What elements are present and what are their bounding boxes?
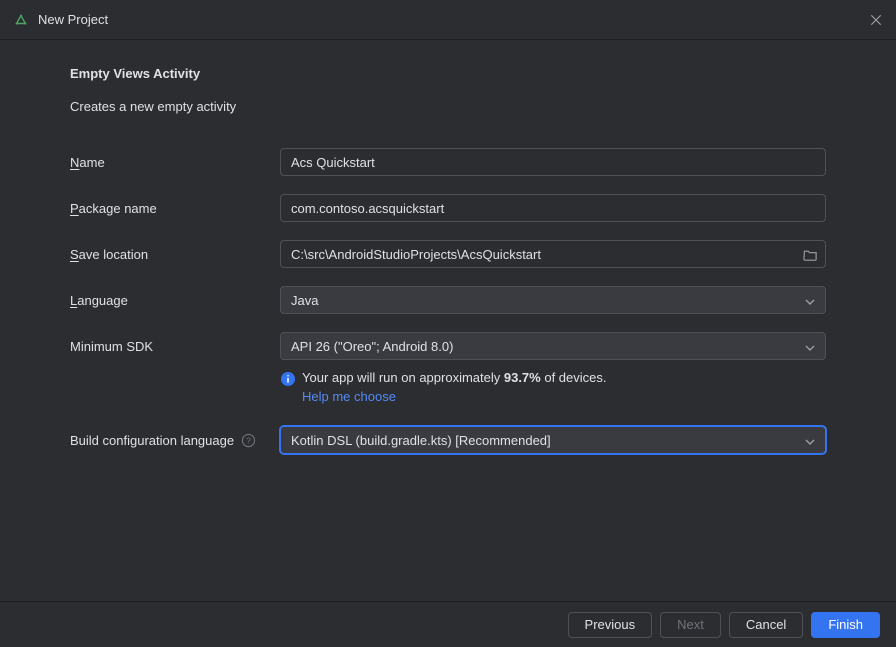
chevron-down-icon xyxy=(805,435,815,445)
language-select[interactable]: Java xyxy=(280,286,826,314)
help-icon[interactable]: ? xyxy=(240,432,256,448)
chevron-down-icon xyxy=(805,341,815,351)
row-package: Package name xyxy=(70,194,826,222)
language-value: Java xyxy=(291,293,318,308)
next-button: Next xyxy=(660,612,721,638)
row-build-config: Build configuration language ? Kotlin DS… xyxy=(70,426,826,454)
help-me-choose-link[interactable]: Help me choose xyxy=(302,389,396,404)
android-studio-icon xyxy=(14,13,28,27)
svg-text:?: ? xyxy=(246,435,251,445)
build-config-select[interactable]: Kotlin DSL (build.gradle.kts) [Recommend… xyxy=(280,426,826,454)
page-subheading: Creates a new empty activity xyxy=(70,99,826,114)
dialog-footer: Previous Next Cancel Finish xyxy=(0,601,896,647)
label-build-config: Build configuration language ? xyxy=(70,432,280,448)
save-location-input[interactable] xyxy=(280,240,826,268)
label-name: Name xyxy=(70,155,280,170)
device-coverage-text: Your app will run on approximately 93.7%… xyxy=(302,370,607,385)
label-package: Package name xyxy=(70,201,280,216)
cancel-button[interactable]: Cancel xyxy=(729,612,803,638)
min-sdk-select[interactable]: API 26 ("Oreo"; Android 8.0) xyxy=(280,332,826,360)
dialog-content: Empty Views Activity Creates a new empty… xyxy=(0,40,896,601)
info-icon xyxy=(280,371,296,387)
device-coverage-info: Your app will run on approximately 93.7%… xyxy=(280,370,826,404)
window-title: New Project xyxy=(38,12,108,27)
finish-button[interactable]: Finish xyxy=(811,612,880,638)
row-language: Language Java xyxy=(70,286,826,314)
chevron-down-icon xyxy=(805,295,815,305)
label-min-sdk: Minimum SDK xyxy=(70,339,280,354)
folder-browse-icon[interactable] xyxy=(802,246,818,262)
label-language: Language xyxy=(70,293,280,308)
row-save-location: Save location xyxy=(70,240,826,268)
label-save-location: Save location xyxy=(70,247,280,262)
page-heading: Empty Views Activity xyxy=(70,66,826,81)
name-input[interactable] xyxy=(280,148,826,176)
previous-button[interactable]: Previous xyxy=(568,612,653,638)
close-icon[interactable] xyxy=(868,12,884,28)
title-bar: New Project xyxy=(0,0,896,40)
row-name: Name xyxy=(70,148,826,176)
package-input[interactable] xyxy=(280,194,826,222)
row-min-sdk: Minimum SDK API 26 ("Oreo"; Android 8.0) xyxy=(70,332,826,360)
min-sdk-value: API 26 ("Oreo"; Android 8.0) xyxy=(291,339,453,354)
build-config-value: Kotlin DSL (build.gradle.kts) [Recommend… xyxy=(291,433,551,448)
